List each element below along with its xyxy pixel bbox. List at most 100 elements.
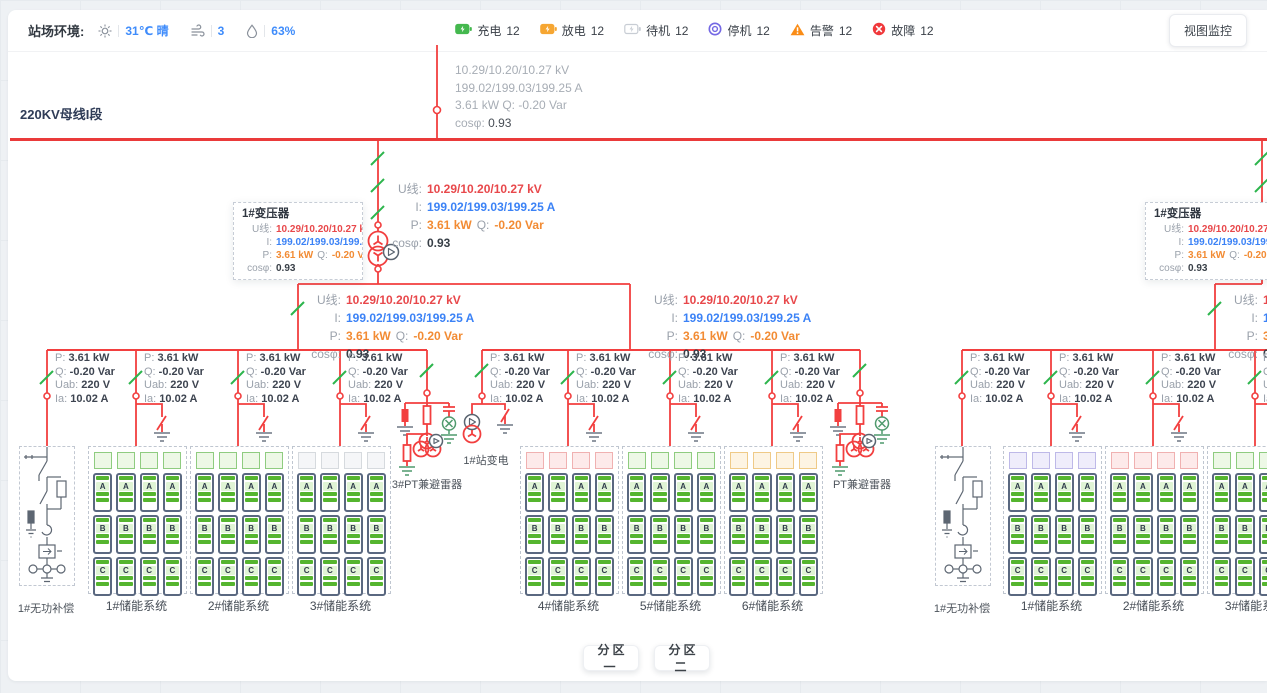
measure-value: 0.93 — [427, 234, 450, 252]
charge-bar — [1136, 498, 1149, 502]
feeder-measure-row: Q: -0.20 Var — [348, 366, 408, 380]
charge-bar — [1262, 576, 1267, 580]
charge-bar — [245, 576, 258, 580]
zone-button-1[interactable]: 分区一 — [583, 645, 639, 671]
charge-bar — [268, 534, 281, 538]
battery-cluster-letter: B — [119, 524, 132, 533]
charge-bar — [1238, 498, 1251, 502]
charge-bar — [143, 518, 156, 522]
charge-bar — [677, 476, 690, 480]
charge-bar — [1011, 582, 1024, 586]
storage-system-box[interactable]: AAAABBBBCCCC — [1105, 446, 1204, 594]
pcs-status-cell — [1236, 452, 1254, 469]
battery-cell: C — [1008, 557, 1027, 596]
measure-label: I: — [642, 309, 678, 327]
charge-bar — [779, 540, 792, 544]
storage-system-label: 1#储能系统 — [1003, 597, 1100, 614]
storage-system-box[interactable]: AAAABBBBCCCC — [1207, 446, 1267, 594]
charge-bar — [96, 492, 109, 496]
storage-system-box[interactable]: AAAABBBBCCCC — [520, 446, 619, 594]
feeder-measure-value: 3.61 kW — [68, 352, 109, 364]
charge-bar — [551, 476, 564, 480]
reactive-compensation-box[interactable] — [935, 446, 991, 586]
battery-cluster-letter: B — [221, 524, 234, 533]
pcs-status-cell — [674, 452, 692, 469]
pcs-status-row — [1009, 452, 1096, 469]
battery-cell: A — [572, 473, 591, 512]
battery-cell: C — [218, 557, 237, 596]
charge-bar — [630, 476, 643, 480]
charge-bar — [1034, 476, 1047, 480]
storage-system-box[interactable]: AAAABBBBCCCC — [1003, 446, 1102, 594]
charge-bar — [1183, 540, 1196, 544]
charge-bar — [347, 576, 360, 580]
battery-cluster-letter: C — [221, 566, 234, 575]
pcs-status-row — [1111, 452, 1198, 469]
charge-bar — [245, 498, 258, 502]
measure-value: -0.20 Var — [413, 327, 462, 345]
battery-cell: A — [697, 473, 716, 512]
reactive-compensation-box[interactable] — [19, 446, 75, 586]
storage-system-box[interactable]: AAAABBBBCCCC — [622, 446, 721, 594]
measure-row: cosφ:0.93 — [1154, 262, 1267, 275]
feeder-measure-value: 10.02 A — [693, 393, 731, 405]
storage-system-box[interactable]: AAAABBBBCCCC — [292, 446, 391, 594]
battery-cell: B — [218, 515, 237, 554]
battery-cluster-letter: C — [677, 566, 690, 575]
battery-cluster-row: CCCC — [297, 557, 386, 596]
charge-bar — [1081, 476, 1094, 480]
zone-button-2[interactable]: 分区二 — [654, 645, 710, 671]
battery-cluster-row: BBBB — [1008, 515, 1097, 554]
charge-bar — [1034, 534, 1047, 538]
feeder-measure-label: Ia: — [490, 393, 505, 405]
battery-cluster-letter: A — [1081, 482, 1094, 491]
battery-cell: B — [674, 515, 693, 554]
battery-cell: B — [297, 515, 316, 554]
battery-cell: A — [1235, 473, 1254, 512]
charge-bar — [528, 540, 541, 544]
battery-cluster-letter: B — [1160, 524, 1173, 533]
charge-bar — [1011, 498, 1024, 502]
charge-bar — [551, 560, 564, 564]
measure-label: P: — [1222, 327, 1258, 345]
feeder-measure-row: Q: -0.20 Var — [780, 366, 840, 380]
charge-bar — [198, 476, 211, 480]
battery-cluster-letter: C — [1058, 566, 1071, 575]
measure-label: cosφ: — [1154, 262, 1184, 275]
charge-bar — [755, 560, 768, 564]
storage-system-box[interactable]: AAAABBBBCCCC — [88, 446, 187, 594]
charge-bar — [1183, 560, 1196, 564]
storage-system-box[interactable]: AAAABBBBCCCC — [724, 446, 823, 594]
feeder-measure-row: P: 3.61 kW — [1263, 352, 1267, 366]
battery-cluster-letter: A — [1136, 482, 1149, 491]
feeder-measure-value: 10.02 A — [261, 393, 299, 405]
battery-cell: A — [1259, 473, 1267, 512]
feeder-measure-row: Q: -0.20 Var — [1161, 366, 1221, 380]
measure-value: Q: — [1229, 249, 1240, 262]
battery-cell: B — [1078, 515, 1097, 554]
battery-cluster-letter: B — [300, 524, 313, 533]
storage-system-box[interactable]: AAAABBBBCCCC — [190, 446, 289, 594]
battery-cell: B — [776, 515, 795, 554]
measure-label: cosφ: — [242, 262, 272, 275]
measure-value: 10.29/10.20/10.27 kV — [276, 223, 363, 236]
battery-cluster-row: AAAA — [297, 473, 386, 512]
charge-bar — [300, 534, 313, 538]
battery-cell: B — [163, 515, 182, 554]
feeder-measure-label: P: — [780, 352, 793, 364]
feeder-measure-label: Uab: — [348, 379, 374, 391]
charge-bar — [700, 576, 713, 580]
charge-bar — [1238, 476, 1251, 480]
feeder-measure-value: 3.61 kW — [793, 352, 834, 364]
charge-bar — [1034, 492, 1047, 496]
pcs-status-cell — [367, 452, 385, 469]
battery-cell: C — [697, 557, 716, 596]
feeder-measure-row: P: 3.61 kW — [490, 352, 550, 366]
feeder-measure-row: P: 3.61 kW — [1059, 352, 1119, 366]
charge-bar — [300, 498, 313, 502]
battery-cluster-letter: B — [143, 524, 156, 533]
measure-row: I:199.02/199.03/199.25 A — [242, 236, 354, 249]
battery-cluster-row: CCCC — [627, 557, 716, 596]
battery-cell: A — [1212, 473, 1231, 512]
feeder-measure-row: Uab: 220 V — [678, 379, 738, 393]
